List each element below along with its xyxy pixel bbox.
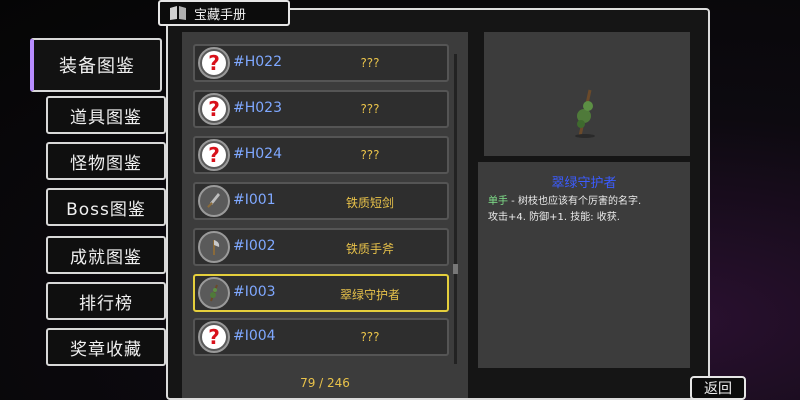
list-item[interactable]: ? #H024 ???: [193, 136, 449, 174]
svg-text:?: ?: [208, 51, 220, 75]
nav-item-medals[interactable]: 奖章收藏: [46, 328, 166, 366]
item-name: 铁质短剑: [345, 196, 394, 210]
nav-item-label: 成就图鉴: [70, 247, 142, 268]
item-flavor-text: - 树枝也应该有个厉害的名字.: [508, 196, 642, 207]
list-scrollbar[interactable]: [453, 54, 458, 364]
question-mark-icon: ?: [198, 321, 230, 353]
item-name: 翠绿守护者: [339, 288, 400, 302]
svg-text:?: ?: [208, 143, 220, 167]
item-description: 单手 - 树枝也应该有个厉害的名字. 攻击+4. 防御+1. 技能: 收获.: [488, 194, 684, 226]
item-preview: [484, 32, 690, 156]
collection-count: 79 / 246: [300, 376, 350, 390]
question-mark-icon: ?: [198, 139, 230, 171]
list-item[interactable]: ? #I004 ???: [193, 318, 449, 356]
item-id: #I003: [233, 284, 276, 300]
nav-item-achievements[interactable]: 成就图鉴: [46, 236, 166, 274]
nav-item-label: 怪物图鉴: [70, 153, 142, 174]
nav-item-leaderboard[interactable]: 排行榜: [46, 282, 166, 320]
list-item[interactable]: #I002 铁质手斧: [193, 228, 449, 266]
book-icon: [170, 6, 186, 20]
item-id: #H022: [233, 54, 282, 70]
item-id: #I001: [233, 192, 276, 208]
item-id: #H024: [233, 146, 282, 162]
list-item[interactable]: ? #H022 ???: [193, 44, 449, 82]
axe-icon: [198, 231, 230, 263]
branch-weapon-icon: [198, 277, 230, 309]
equipment-list: ? #H022 ??? ? #H023 ??? ? #H024 ??? #I00…: [182, 32, 468, 398]
item-id: #I004: [233, 328, 276, 344]
item-name: 铁质手斧: [345, 242, 394, 256]
nav-item-monsters[interactable]: 怪物图鉴: [46, 142, 166, 180]
nav-item-label: Boss图鉴: [66, 199, 146, 220]
back-button-label: 返回: [704, 381, 732, 397]
item-name: ???: [360, 56, 380, 70]
item-name: ???: [360, 148, 380, 162]
item-title: 翠绿守护者: [551, 176, 617, 191]
back-button[interactable]: 返回: [690, 376, 746, 400]
nav-item-label: 奖章收藏: [70, 339, 142, 360]
nav-item-label: 排行榜: [79, 293, 133, 314]
nav-item-items[interactable]: 道具图鉴: [46, 96, 166, 134]
svg-text:?: ?: [208, 97, 220, 121]
window-title: 宝藏手册: [194, 7, 247, 23]
nav-item-equipment[interactable]: 装备图鉴: [30, 38, 162, 92]
item-name: ???: [360, 330, 380, 344]
list-item[interactable]: #I003 翠绿守护者: [193, 274, 449, 312]
sword-icon: [198, 185, 230, 217]
svg-text:?: ?: [208, 325, 220, 349]
item-stats: 攻击+4. 防御+1. 技能: 收获.: [488, 212, 620, 223]
nav-item-boss[interactable]: Boss图鉴: [46, 188, 166, 226]
nav-item-label: 道具图鉴: [70, 107, 142, 128]
nav-item-label: 装备图鉴: [59, 56, 135, 77]
list-item[interactable]: #I001 铁质短剑: [193, 182, 449, 220]
list-item[interactable]: ? #H023 ???: [193, 90, 449, 128]
question-mark-icon: ?: [198, 93, 230, 125]
item-type: 单手: [488, 196, 508, 207]
question-mark-icon: ?: [198, 47, 230, 79]
window-title-tab: 宝藏手册: [158, 0, 290, 26]
item-description-panel: 翠绿守护者 单手 - 树枝也应该有个厉害的名字. 攻击+4. 防御+1. 技能:…: [478, 162, 690, 368]
branch-weapon-icon: [575, 89, 595, 138]
item-name: ???: [360, 102, 380, 116]
scrollbar-thumb[interactable]: [453, 264, 458, 274]
item-id: #I002: [233, 238, 276, 254]
item-id: #H023: [233, 100, 282, 116]
